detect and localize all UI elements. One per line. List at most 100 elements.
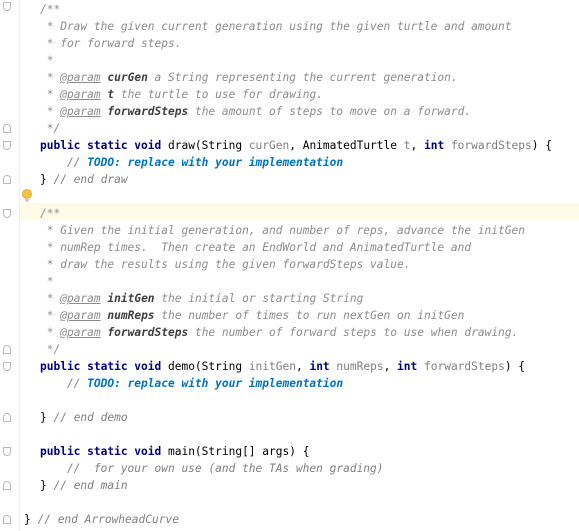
code-line[interactable]: * @param numReps the number of times to … [40,307,465,324]
code-token: forwardSteps [424,360,505,373]
code-line[interactable]: } // end draw [40,171,128,188]
fold-toggle-icon[interactable] [3,413,11,422]
code-token: demo(String [167,360,249,373]
code-token: t [403,139,411,152]
fold-toggle-icon[interactable] [3,362,11,371]
code-line[interactable]: // TODO: replace with your implementatio… [40,375,343,392]
code-token: numReps [107,309,155,322]
code-token: * [40,54,54,67]
code-token: TODO: replace with your implementation [87,377,344,390]
code-token: // [40,156,88,169]
code-token: int [309,360,337,373]
code-token: // [40,377,88,390]
code-token: * numRep times. Then create an EndWorld … [40,241,472,254]
code-token: @param [60,88,101,101]
code-token: int [397,360,424,373]
code-token: forwardSteps [107,105,189,118]
code-token: a String representing the current genera… [147,71,458,84]
code-token: the turtle to use for drawing. [114,88,323,101]
code-line[interactable]: public static void demo(String initGen, … [40,358,525,375]
code-line[interactable]: * Draw the given current generation usin… [40,18,512,35]
code-token: /** [40,3,61,16]
code-token: * for forward steps. [40,37,182,50]
code-token: @param [60,71,101,84]
code-token: * Draw the given current generation usin… [40,20,512,33]
code-line[interactable]: * Given the initial generation, and numb… [40,222,525,239]
code-line[interactable]: public static void main(String[] args) { [40,443,309,460]
code-line[interactable]: } // end main [40,477,128,494]
code-line[interactable]: * @param initGen the initial or starting… [40,290,364,307]
code-token: curGen [107,71,148,84]
code-token: , [383,360,398,373]
fold-toggle-icon[interactable] [3,345,11,354]
fold-toggle-icon[interactable] [3,2,11,11]
code-token: TODO: replace with your implementation [87,156,344,169]
code-token: /** [40,207,61,220]
code-token: @param [60,105,101,118]
code-token: numReps [336,360,384,373]
code-line[interactable]: * numRep times. Then create an EndWorld … [40,239,471,256]
code-line[interactable]: * for forward steps. [40,35,182,52]
code-line[interactable]: * [40,273,54,290]
code-token: * Given the initial generation, and numb… [40,224,525,237]
editor-gutter [0,0,20,531]
code-token: public static void [40,360,168,373]
code-line[interactable]: */ [40,120,60,137]
code-token: * [40,105,61,118]
code-token: int [423,139,451,152]
code-token: * [40,275,54,288]
code-line[interactable]: } // end demo [40,409,128,426]
lightbulb-icon[interactable] [21,188,33,204]
code-token: , AnimatedTurtle [289,139,404,152]
code-line[interactable]: } // end ArrowheadCurve [24,511,179,528]
code-token: the number of times to run nextGen on in… [154,309,465,322]
code-token: * draw the results using the given forwa… [40,258,411,271]
code-token: @param [60,292,101,305]
fold-toggle-icon[interactable] [3,447,11,456]
code-token: curGen [248,139,290,152]
code-token: * [40,326,61,339]
code-token: // end ArrowheadCurve [37,513,179,526]
code-line[interactable]: */ [40,341,60,358]
code-token: * [40,309,61,322]
code-line[interactable]: * [40,52,54,69]
code-line[interactable]: * @param forwardSteps the amount of step… [40,103,471,120]
code-line[interactable]: /** [40,1,60,18]
code-token: } [24,513,38,526]
code-token: ) { [531,139,552,152]
code-line[interactable]: * @param curGen a String representing th… [40,69,458,86]
code-token: the amount of steps to move on a forward… [188,105,472,118]
code-token: initGen [107,292,155,305]
code-token: // end main [53,479,128,492]
code-token: forwardSteps [107,326,189,339]
fold-toggle-icon[interactable] [3,141,11,150]
fold-toggle-icon[interactable] [3,124,11,133]
code-token: initGen [248,360,296,373]
code-line[interactable]: // for your own use (and the TAs when gr… [40,460,384,477]
fold-toggle-icon[interactable] [3,481,11,490]
code-token: , [295,360,310,373]
code-line[interactable]: public static void draw(String curGen, A… [40,137,552,154]
fold-toggle-icon[interactable] [3,175,11,184]
code-token: the initial or starting String [154,292,364,305]
code-token: } [40,173,54,186]
code-token: draw(String [167,139,249,152]
current-line-highlight [20,203,579,220]
code-line[interactable]: /** [40,205,60,222]
code-line[interactable]: // TODO: replace with your implementatio… [40,154,343,171]
code-token: forwardSteps [450,139,532,152]
code-token: */ [40,122,61,135]
fold-toggle-icon[interactable] [3,515,11,524]
code-token: @param [60,326,101,339]
code-token: the number of forward steps to use when … [188,326,519,339]
code-token: , [410,139,424,152]
fold-toggle-icon[interactable] [3,209,11,218]
code-line[interactable]: * @param t the turtle to use for drawing… [40,86,323,103]
code-line[interactable]: * @param forwardSteps the number of forw… [40,324,519,341]
code-token: * [40,71,61,84]
code-token: ) { [504,360,526,373]
code-token: public static void [40,445,168,458]
code-token: @param [60,309,101,322]
code-line[interactable]: * draw the results using the given forwa… [40,256,411,273]
gutter-divider [19,0,20,531]
